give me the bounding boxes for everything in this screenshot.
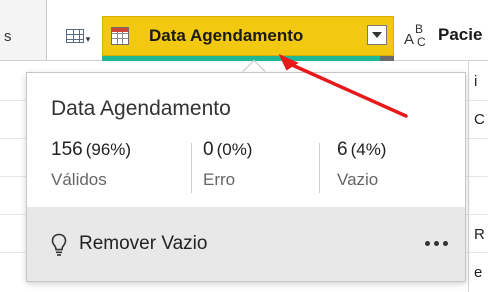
stat-valid-value: 156 (96%) <box>51 139 131 161</box>
power-query-grid: s ▾ Data Agendamento A B C Pacie i C R e… <box>0 0 488 292</box>
stat-error-value: 0 (0%) <box>203 139 252 161</box>
stat-valid-percent: (96%) <box>85 140 132 159</box>
stat-empty: 6 (4%) Vazio <box>335 139 449 195</box>
row-cell-fragment: R <box>474 226 485 243</box>
column-header-strip: s ▾ Data Agendamento A B C Pacie <box>0 0 488 61</box>
lightbulb-icon <box>51 233 67 256</box>
popup-footer: Remover Vazio <box>27 207 465 281</box>
stat-error-percent: (0%) <box>216 140 253 159</box>
stat-empty-percent: (4%) <box>350 140 387 159</box>
more-dot <box>425 241 430 246</box>
quality-stats: 156 (96%) Válidos 0 (0%) Erro 6 (4%) Vazio <box>49 139 449 195</box>
next-column-header[interactable]: A B C Pacie <box>398 16 488 56</box>
previous-column-label: s <box>4 28 12 45</box>
stat-error: 0 (0%) Erro <box>201 139 319 195</box>
stat-valid: 156 (96%) Válidos <box>49 139 193 195</box>
table-icon <box>65 29 84 43</box>
abc-icon-c: C <box>417 35 426 49</box>
stat-error-label: Erro <box>203 170 236 189</box>
row-cell-fragment: e <box>474 264 483 281</box>
stat-divider <box>191 143 192 193</box>
row-cell-fragment: i <box>474 73 478 90</box>
popup-title: Data Agendamento <box>51 97 231 120</box>
next-column-label: Pacie <box>438 25 483 44</box>
caret-down-icon: ▾ <box>85 33 91 44</box>
chevron-down-icon <box>372 32 382 38</box>
stat-empty-value: 6 (4%) <box>337 139 386 161</box>
selected-column-header[interactable]: Data Agendamento <box>102 16 394 56</box>
stat-error-count: 0 <box>203 139 214 160</box>
more-horizontal-icon[interactable] <box>425 241 449 247</box>
row-cell-fragment: C <box>474 111 485 128</box>
date-type-icon[interactable] <box>111 27 129 45</box>
stat-empty-label: Vazio <box>337 170 379 189</box>
stat-valid-count: 156 <box>51 139 83 160</box>
more-dot <box>434 241 439 246</box>
column-title: Data Agendamento <box>149 26 304 45</box>
stat-divider <box>319 143 320 193</box>
abc-icon-a: A <box>404 31 415 48</box>
text-type-icon[interactable]: A B C <box>404 22 434 50</box>
table-menu-button[interactable]: ▾ <box>58 18 98 54</box>
stat-empty-count: 6 <box>337 139 348 160</box>
column-quality-popup: Data Agendamento 156 (96%) Válidos 0 (0%) … <box>26 72 466 282</box>
more-dot <box>443 241 448 246</box>
abc-icon-b: B <box>415 22 424 36</box>
previous-column-header[interactable]: s <box>0 0 47 60</box>
remove-empty-action[interactable]: Remover Vazio <box>79 233 207 255</box>
column-filter-dropdown[interactable] <box>367 25 387 45</box>
stat-valid-label: Válidos <box>51 170 107 189</box>
